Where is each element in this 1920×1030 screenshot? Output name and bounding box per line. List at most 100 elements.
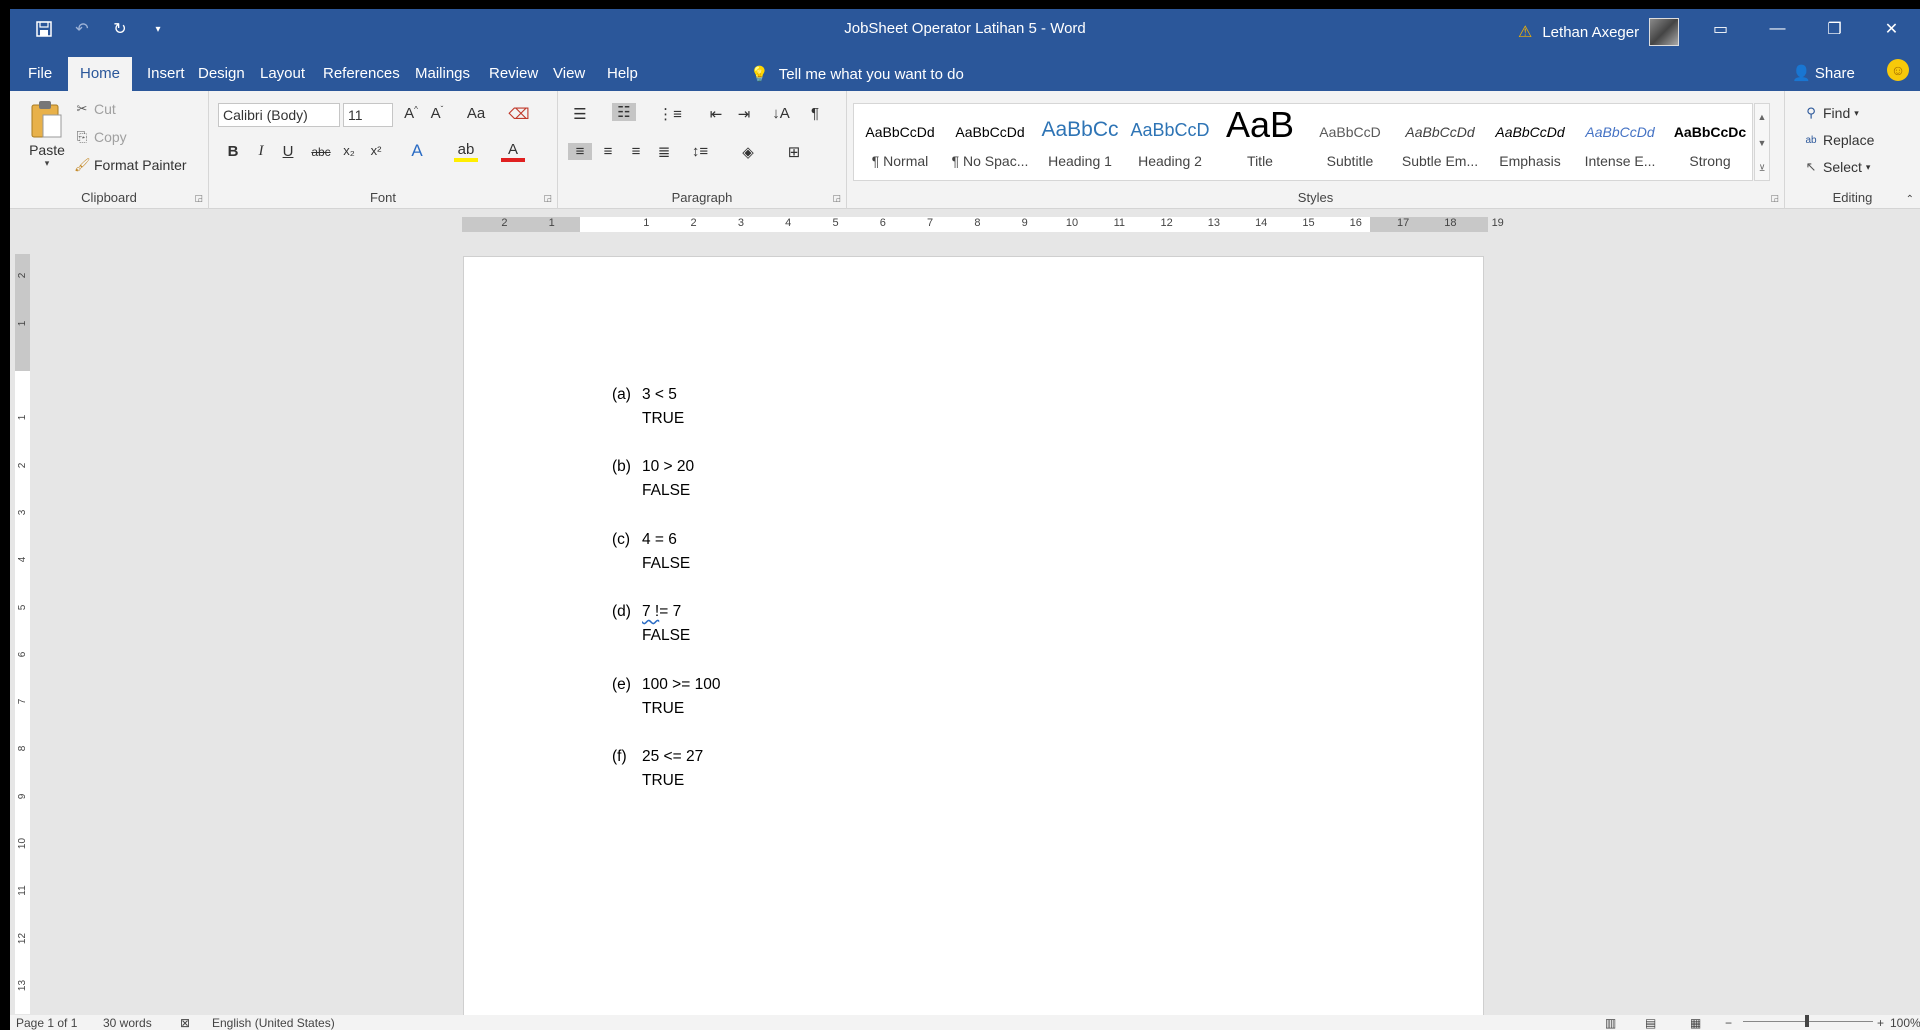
font-color-icon[interactable]: A <box>501 141 525 162</box>
clear-formatting-icon[interactable]: ⌫ <box>507 105 531 123</box>
align-left-icon[interactable]: ≡ <box>568 143 592 160</box>
more-styles-icon[interactable]: ⊻ <box>1755 156 1769 180</box>
web-layout-icon[interactable]: ▦ <box>1690 1016 1701 1030</box>
feedback-smiley-icon[interactable]: ☺ <box>1887 59 1909 81</box>
style-normal[interactable]: AaBbCcDd ¶ Normal <box>856 104 944 180</box>
shrink-font-icon[interactable]: Aˇ <box>425 105 449 122</box>
replace-icon: ab <box>1805 134 1817 146</box>
horizontal-ruler[interactable]: 2 1 1 2 3 4 5 6 7 8 9 10 11 12 13 14 15 16 17 18 19 <box>462 217 1504 232</box>
justify-icon[interactable]: ≣ <box>652 143 676 161</box>
style-no-spacing[interactable]: AaBbCcDd ¶ No Spac... <box>946 104 1034 180</box>
sort-icon[interactable]: ↓A <box>769 105 793 122</box>
chevron-up-icon[interactable]: ▲ <box>1755 104 1769 130</box>
ruler-number: 2 <box>17 462 28 468</box>
style-heading-1[interactable]: AaBbCc Heading 1 <box>1036 104 1124 180</box>
ruler-number: 11 <box>17 885 28 896</box>
style-subtle-emphasis[interactable]: AaBbCcDd Subtle Em... <box>1396 104 1484 180</box>
dialog-launcher-icon[interactable]: ◲ <box>543 193 552 204</box>
word-count[interactable]: 30 words <box>103 1016 152 1030</box>
tab-help[interactable]: Help <box>595 57 650 91</box>
grow-font-icon[interactable]: A^ <box>399 105 423 122</box>
tab-design[interactable]: Design <box>186 57 257 91</box>
align-center-icon[interactable]: ≡ <box>596 143 620 160</box>
tab-references[interactable]: References <box>311 57 412 91</box>
tab-review[interactable]: Review <box>477 57 550 91</box>
text-effects-icon[interactable]: A <box>405 141 429 161</box>
paintbrush-icon: 🖌 <box>74 157 91 172</box>
close-icon[interactable]: ✕ <box>1863 9 1920 49</box>
underline-icon[interactable]: U <box>276 143 300 160</box>
ribbon-display-options-icon[interactable]: ▭ <box>1692 9 1749 49</box>
style-emphasis[interactable]: AaBbCcDd Emphasis <box>1486 104 1574 180</box>
style-title[interactable]: AaB Title <box>1216 104 1304 180</box>
format-painter-button[interactable]: 🖌 Format Painter <box>74 157 187 173</box>
tab-view[interactable]: View <box>541 57 597 91</box>
cut-button[interactable]: ✂ Cut <box>74 101 116 117</box>
style-subtitle[interactable]: AaBbCcD Subtitle <box>1306 104 1394 180</box>
user-account[interactable]: ⚠ Lethan Axeger <box>1518 18 1680 46</box>
ruler-number: 5 <box>832 217 839 229</box>
language[interactable]: English (United States) <box>212 1016 335 1030</box>
change-case-button[interactable]: Aa <box>459 105 493 122</box>
style-heading-2[interactable]: AaBbCcD Heading 2 <box>1126 104 1214 180</box>
select-button[interactable]: ↖ Select ▾ <box>1803 159 1871 175</box>
bullets-icon[interactable]: ☰ <box>568 105 592 123</box>
styles-scroll[interactable]: ▲ ▼ ⊻ <box>1754 103 1770 181</box>
subscript-icon[interactable]: x₂ <box>337 143 361 158</box>
document-page[interactable]: (a) 3 < 5 TRUE (b) 10 > 20 FALSE (c) 4 = 6 … <box>463 256 1484 1016</box>
strikethrough-icon[interactable]: abc <box>309 145 333 159</box>
italic-icon[interactable]: I <box>249 143 273 160</box>
show-formatting-icon[interactable]: ¶ <box>803 105 827 122</box>
restore-icon[interactable]: ❐ <box>1806 9 1863 49</box>
align-right-icon[interactable]: ≡ <box>624 143 648 160</box>
style-intense-emphasis[interactable]: AaBbCcDd Intense E... <box>1576 104 1664 180</box>
line-spacing-icon[interactable]: ↕≡ <box>688 143 712 160</box>
vertical-ruler[interactable]: 2 1 1 2 3 4 5 6 7 8 9 10 11 12 13 <box>15 254 30 1014</box>
list-item: (d) 7 != 7 FALSE <box>612 600 690 648</box>
tell-me-box[interactable]: 💡 Tell me what you want to do <box>750 65 964 84</box>
tab-layout[interactable]: Layout <box>248 57 317 91</box>
numbering-icon[interactable]: ☷ <box>612 103 636 121</box>
decrease-indent-icon[interactable]: ⇤ <box>704 105 728 123</box>
tab-file[interactable]: File <box>16 57 64 91</box>
dialog-launcher-icon[interactable]: ◲ <box>832 193 841 204</box>
zoom-in-icon[interactable]: + <box>1877 1016 1884 1030</box>
replace-button[interactable]: ab Replace <box>1803 132 1874 148</box>
paste-button[interactable]: Paste ▾ <box>24 99 70 169</box>
tab-mailings[interactable]: Mailings <box>403 57 482 91</box>
page-count[interactable]: Page 1 of 1 <box>16 1016 77 1030</box>
zoom-out-icon[interactable]: − <box>1725 1016 1732 1030</box>
word-window: ↶ ↻ ▾ JobSheet Operator Latihan 5 - Word… <box>10 9 1920 1030</box>
find-button[interactable]: ⚲ Find ▾ <box>1803 105 1859 121</box>
bold-icon[interactable]: B <box>221 143 245 160</box>
read-mode-icon[interactable]: ▥ <box>1605 1016 1616 1030</box>
tab-home[interactable]: Home <box>68 57 133 91</box>
style-name: Strong <box>1689 153 1731 169</box>
superscript-icon[interactable]: x² <box>364 143 388 158</box>
collapse-ribbon-icon[interactable]: ⌃ <box>1906 194 1914 205</box>
style-preview: AaBbCcDd <box>1405 124 1475 140</box>
zoom-level[interactable]: 100% <box>1890 1016 1920 1030</box>
print-layout-icon[interactable]: ▤ <box>1645 1016 1656 1030</box>
chevron-down-icon[interactable]: ▼ <box>1755 130 1769 156</box>
multilevel-list-icon[interactable]: ⋮≡ <box>658 105 682 123</box>
item-expression: 100 >= 100 <box>642 676 721 693</box>
font-family-select[interactable]: Calibri (Body) <box>218 103 340 127</box>
highlight-icon[interactable]: ab <box>454 141 478 162</box>
style-preview: AaBbCcDd <box>1585 124 1655 140</box>
shading-icon[interactable]: ◈ <box>736 143 760 161</box>
copy-button[interactable]: ⎘ Copy <box>74 129 127 145</box>
editing-group-label: Editing <box>1832 190 1873 205</box>
proofing-icon[interactable]: ⊠ <box>180 1016 190 1030</box>
borders-icon[interactable]: ⊞ <box>782 143 806 161</box>
minimize-icon[interactable]: — <box>1749 9 1806 49</box>
zoom-slider-thumb[interactable] <box>1805 1015 1809 1027</box>
cut-label: Cut <box>94 101 116 117</box>
font-size-select[interactable]: 11 <box>343 103 393 127</box>
dialog-launcher-icon[interactable]: ◲ <box>1770 193 1779 204</box>
style-name: Subtle Em... <box>1401 153 1479 169</box>
dialog-launcher-icon[interactable]: ◲ <box>194 193 203 204</box>
style-strong[interactable]: AaBbCcDc Strong <box>1666 104 1754 180</box>
share-button[interactable]: 👤 Share <box>1792 64 1855 82</box>
increase-indent-icon[interactable]: ⇥ <box>732 105 756 123</box>
